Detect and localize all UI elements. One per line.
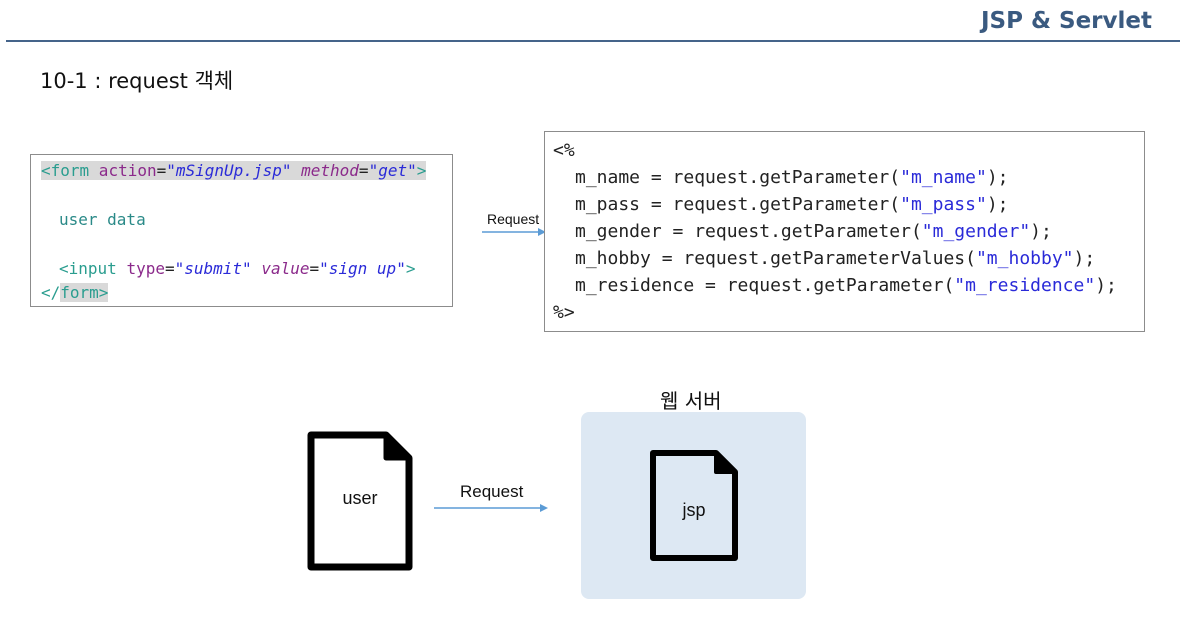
top-request-label: Request xyxy=(487,211,540,227)
code-text: m_pass = request.getParameter( xyxy=(575,194,901,215)
jsp-close-delim: %> xyxy=(553,302,575,323)
jsp-open-delim: <% xyxy=(553,140,575,161)
code-string: "m_residence" xyxy=(954,275,1096,296)
jsp-code-box: <% m_name = request.getParameter("m_name… xyxy=(544,131,1145,332)
code-string: "m_name" xyxy=(900,167,987,188)
user-data-text: user data xyxy=(59,210,146,229)
form-code-box: <form action="mSignUp.jsp" method="get">… xyxy=(30,154,453,307)
form-code-line-3: <input type="submit" value="sign up"> xyxy=(59,259,415,278)
form-code-line-4: </form> xyxy=(41,283,109,302)
tag-name: form xyxy=(60,283,99,302)
equals: = xyxy=(309,259,320,278)
code-text: ); xyxy=(1030,221,1052,242)
bottom-request-arrow xyxy=(434,504,548,512)
jsp-code-line: m_name = request.getParameter("m_name"); xyxy=(575,167,1009,188)
attr-name: type xyxy=(116,259,165,278)
code-text: m_gender = request.getParameter( xyxy=(575,221,922,242)
form-code-line-1: <form action="mSignUp.jsp" method="get"> xyxy=(41,161,427,180)
form-code-line-2: user data xyxy=(59,210,146,229)
code-text: m_name = request.getParameter( xyxy=(575,167,901,188)
jsp-code-line: m_residence = request.getParameter("m_re… xyxy=(575,275,1117,296)
tag-close: > xyxy=(405,259,416,278)
tag-open: </ xyxy=(41,283,61,302)
code-text: ); xyxy=(1095,275,1117,296)
header-rule xyxy=(6,40,1180,42)
top-request-arrow xyxy=(482,228,546,236)
jsp-code-line: m_pass = request.getParameter("m_pass"); xyxy=(575,194,1009,215)
tag-open: < xyxy=(41,161,51,180)
header-title: JSP & Servlet xyxy=(980,8,1152,34)
attr-name: action xyxy=(89,161,157,180)
section-title: 10-1 : request 객체 xyxy=(40,69,234,93)
code-string: "m_pass" xyxy=(900,194,987,215)
tag-name: form xyxy=(50,161,90,180)
tag-open: < xyxy=(59,259,69,278)
jsp-code-line: m_hobby = request.getParameterValues("m_… xyxy=(575,248,1095,269)
attr-value: "get" xyxy=(368,161,417,180)
jsp-code-line: m_gender = request.getParameter("m_gende… xyxy=(575,221,1052,242)
tag-close: > xyxy=(416,161,427,180)
attr-value: "sign up" xyxy=(319,259,406,278)
code-string: "m_hobby" xyxy=(975,248,1074,269)
attr-name: method xyxy=(291,161,359,180)
attr-value: "submit" xyxy=(174,259,252,278)
web-server-label: 웹 서버 xyxy=(660,389,722,413)
tag-close: > xyxy=(98,283,109,302)
code-text: ); xyxy=(986,194,1009,215)
code-text: ); xyxy=(1073,248,1096,269)
jsp-doc-label: jsp xyxy=(682,500,706,520)
user-doc-label: user xyxy=(342,488,378,508)
code-text: m_hobby = request.getParameterValues( xyxy=(575,248,976,269)
equals: = xyxy=(358,161,369,180)
attr-value: "mSignUp.jsp" xyxy=(166,161,292,180)
tag-name: input xyxy=(68,259,117,278)
code-text: ); xyxy=(986,167,1009,188)
equals: = xyxy=(156,161,167,180)
equals: = xyxy=(164,259,175,278)
bottom-request-label: Request xyxy=(460,482,524,501)
code-string: "m_gender" xyxy=(921,221,1031,242)
attr-name: value xyxy=(251,259,310,278)
code-text: m_residence = request.getParameter( xyxy=(575,275,955,296)
